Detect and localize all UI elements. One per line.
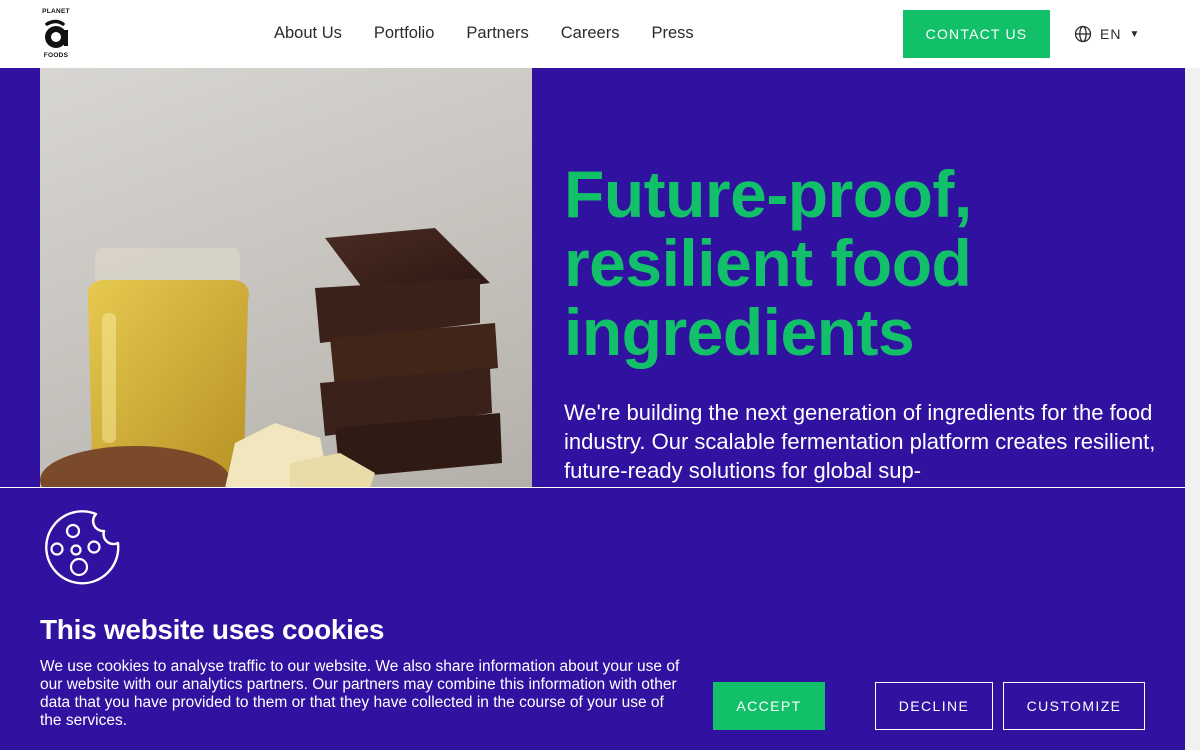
hero-section: Future-proof, resilient food ingredients…: [0, 68, 1185, 488]
logo-top-text: PLANET: [42, 8, 70, 15]
site-header: PLANET FOODS About Us Portfolio Partners…: [0, 0, 1200, 68]
cookie-title: This website uses cookies: [40, 614, 385, 645]
nav-item-careers[interactable]: Careers: [561, 22, 620, 46]
hero-title-line: Future-proof,: [564, 157, 972, 231]
page-scrollbar[interactable]: [1185, 68, 1200, 750]
hero-description: We're building the next generation of in…: [564, 400, 1156, 483]
globe-icon: [1074, 25, 1092, 43]
main-nav: About Us Portfolio Partners Careers Pres…: [274, 22, 726, 46]
language-label: EN: [1100, 26, 1122, 42]
cookie-icon: [45, 510, 120, 585]
cookie-banner: This website uses cookies We use cookies…: [0, 487, 1185, 750]
ingredients-photo: [40, 228, 502, 488]
hero-title-line: resilient food: [564, 226, 972, 300]
hero-title: Future-proof, resilient food ingredients: [564, 160, 1164, 367]
logo-bottom-text: FOODS: [43, 52, 69, 59]
nav-item-portfolio[interactable]: Portfolio: [374, 22, 435, 46]
nav-item-press[interactable]: Press: [651, 22, 693, 46]
cookie-description: We use cookies to analyse traffic to our…: [40, 658, 680, 729]
hero-image: [40, 68, 532, 488]
logo-mark-icon: [45, 19, 68, 48]
chevron-down-icon: ▼: [1129, 28, 1140, 40]
nav-item-about-us[interactable]: About Us: [274, 22, 342, 46]
language-selector[interactable]: EN ▼: [1074, 24, 1139, 44]
customize-cookies-button[interactable]: CUSTOMIZE: [1003, 682, 1145, 730]
nav-item-partners[interactable]: Partners: [466, 22, 528, 46]
accept-cookies-button[interactable]: ACCEPT: [713, 682, 825, 730]
hero-title-line: ingredients: [564, 295, 915, 369]
decline-cookies-button[interactable]: DECLINE: [875, 682, 993, 730]
contact-us-button[interactable]: CONTACT US: [903, 10, 1050, 58]
planet-a-foods-logo[interactable]: PLANET FOODS: [38, 8, 74, 62]
